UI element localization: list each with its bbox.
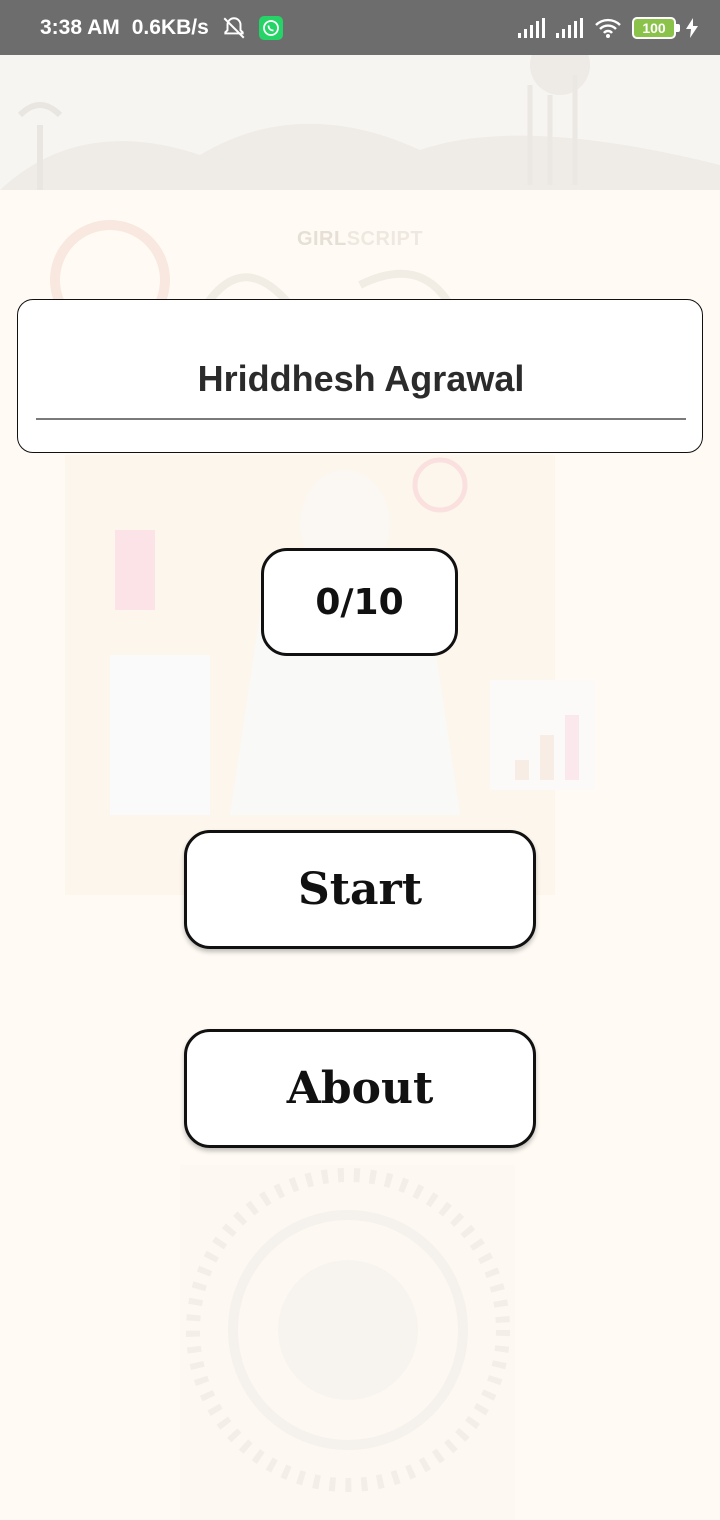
network-speed: 0.6KB/s [131,15,209,39]
name-card [17,299,703,453]
start-button[interactable]: Start [184,830,536,949]
alarm-off-icon [221,15,247,41]
status-right: 100 [518,16,698,39]
about-button-label: About [286,1063,434,1114]
status-bar: 3:38 AM 0.6KB/s 100 [0,0,720,55]
status-left: 3:38 AM 0.6KB/s [40,15,283,41]
brand-watermark: GIRLSCRIPT [0,228,720,251]
brand-part2: SCRIPT [346,228,424,250]
background-illustration [0,55,720,1520]
brand-part1: GIRL [296,228,347,250]
whatsapp-icon [258,15,283,40]
signal-icon [518,17,546,38]
score-text: 0/10 [315,581,404,623]
name-input[interactable] [36,340,686,420]
battery-level: 100 [642,19,666,36]
about-button[interactable]: About [184,1029,536,1148]
wifi-icon [594,17,622,39]
score-display: 0/10 [261,548,458,656]
start-button-label: Start [297,864,423,915]
signal-icon [556,17,584,38]
status-time: 3:38 AM [40,15,120,39]
battery-icon: 100 [632,16,680,39]
charging-icon [686,17,698,38]
